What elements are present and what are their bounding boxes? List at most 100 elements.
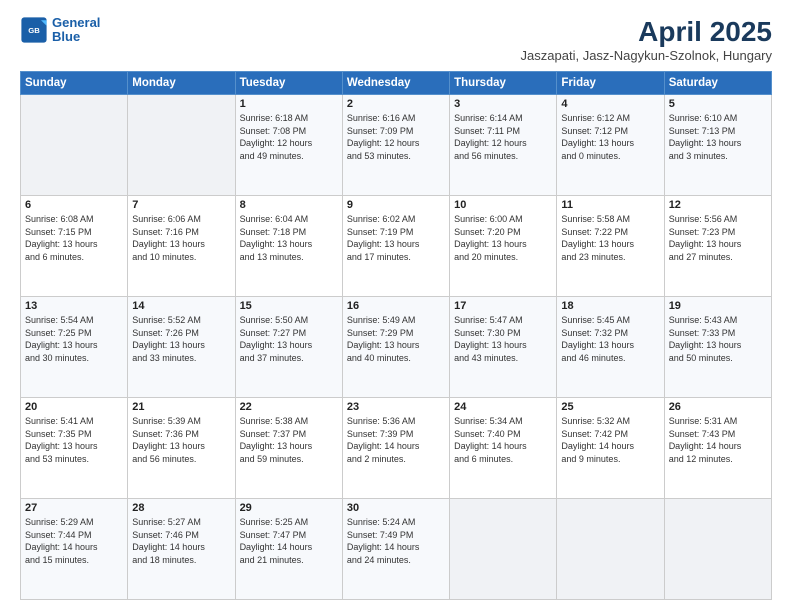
calendar-cell: 8 Sunrise: 6:04 AM Sunset: 7:18 PM Daylig… xyxy=(235,196,342,297)
day-info: Sunrise: 5:56 AM Sunset: 7:23 PM Dayligh… xyxy=(669,213,767,263)
svg-text:GB: GB xyxy=(28,26,40,35)
day-number: 13 xyxy=(25,300,123,312)
day-number: 23 xyxy=(347,401,445,413)
calendar-header-wednesday: Wednesday xyxy=(342,72,449,95)
calendar-cell: 23 Sunrise: 5:36 AM Sunset: 7:39 PM Dayli… xyxy=(342,398,449,499)
day-number: 19 xyxy=(669,300,767,312)
header: GB General Blue April 2025 Jaszapati, Ja… xyxy=(20,16,772,63)
calendar-cell: 30 Sunrise: 5:24 AM Sunset: 7:49 PM Dayli… xyxy=(342,499,449,600)
day-info: Sunrise: 6:18 AM Sunset: 7:08 PM Dayligh… xyxy=(240,112,338,162)
day-info: Sunrise: 5:27 AM Sunset: 7:46 PM Dayligh… xyxy=(132,516,230,566)
day-number: 3 xyxy=(454,98,552,110)
day-number: 20 xyxy=(25,401,123,413)
calendar-cell xyxy=(21,95,128,196)
day-info: Sunrise: 5:54 AM Sunset: 7:25 PM Dayligh… xyxy=(25,314,123,364)
day-number: 21 xyxy=(132,401,230,413)
calendar-header-monday: Monday xyxy=(128,72,235,95)
calendar-cell xyxy=(557,499,664,600)
calendar-cell: 24 Sunrise: 5:34 AM Sunset: 7:40 PM Dayli… xyxy=(450,398,557,499)
calendar-cell: 20 Sunrise: 5:41 AM Sunset: 7:35 PM Dayli… xyxy=(21,398,128,499)
day-number: 28 xyxy=(132,502,230,514)
calendar-header-tuesday: Tuesday xyxy=(235,72,342,95)
title-section: April 2025 Jaszapati, Jasz-Nagykun-Szoln… xyxy=(521,16,772,63)
day-number: 4 xyxy=(561,98,659,110)
calendar-cell xyxy=(128,95,235,196)
day-info: Sunrise: 5:39 AM Sunset: 7:36 PM Dayligh… xyxy=(132,415,230,465)
calendar-header-row: SundayMondayTuesdayWednesdayThursdayFrid… xyxy=(21,72,772,95)
calendar-cell: 28 Sunrise: 5:27 AM Sunset: 7:46 PM Dayli… xyxy=(128,499,235,600)
calendar-cell: 29 Sunrise: 5:25 AM Sunset: 7:47 PM Dayli… xyxy=(235,499,342,600)
calendar-cell: 2 Sunrise: 6:16 AM Sunset: 7:09 PM Daylig… xyxy=(342,95,449,196)
day-number: 10 xyxy=(454,199,552,211)
day-number: 18 xyxy=(561,300,659,312)
day-number: 17 xyxy=(454,300,552,312)
main-title: April 2025 xyxy=(521,16,772,48)
calendar-week-2: 6 Sunrise: 6:08 AM Sunset: 7:15 PM Daylig… xyxy=(21,196,772,297)
calendar-cell: 7 Sunrise: 6:06 AM Sunset: 7:16 PM Daylig… xyxy=(128,196,235,297)
day-info: Sunrise: 5:29 AM Sunset: 7:44 PM Dayligh… xyxy=(25,516,123,566)
calendar-week-1: 1 Sunrise: 6:18 AM Sunset: 7:08 PM Daylig… xyxy=(21,95,772,196)
day-number: 24 xyxy=(454,401,552,413)
calendar-cell: 9 Sunrise: 6:02 AM Sunset: 7:19 PM Daylig… xyxy=(342,196,449,297)
day-info: Sunrise: 6:02 AM Sunset: 7:19 PM Dayligh… xyxy=(347,213,445,263)
day-number: 29 xyxy=(240,502,338,514)
calendar-cell: 15Sunrise: 5:50 AM Sunset: 7:27 PM Dayli… xyxy=(235,297,342,398)
day-info: Sunrise: 5:58 AM Sunset: 7:22 PM Dayligh… xyxy=(561,213,659,263)
day-info: Sunrise: 5:45 AM Sunset: 7:32 PM Dayligh… xyxy=(561,314,659,364)
calendar-header-sunday: Sunday xyxy=(21,72,128,95)
calendar-header-friday: Friday xyxy=(557,72,664,95)
calendar-cell: 1 Sunrise: 6:18 AM Sunset: 7:08 PM Daylig… xyxy=(235,95,342,196)
calendar-cell: 12 Sunrise: 5:56 AM Sunset: 7:23 PM Dayli… xyxy=(664,196,771,297)
calendar-cell: 25Sunrise: 5:32 AM Sunset: 7:42 PM Dayli… xyxy=(557,398,664,499)
calendar-cell: 18 Sunrise: 5:45 AM Sunset: 7:32 PM Dayli… xyxy=(557,297,664,398)
day-number: 30 xyxy=(347,502,445,514)
day-number: 7 xyxy=(132,199,230,211)
calendar-cell: 16 Sunrise: 5:49 AM Sunset: 7:29 PM Dayli… xyxy=(342,297,449,398)
day-info: Sunrise: 5:25 AM Sunset: 7:47 PM Dayligh… xyxy=(240,516,338,566)
day-info: Sunrise: 6:08 AM Sunset: 7:15 PM Dayligh… xyxy=(25,213,123,263)
calendar-cell xyxy=(450,499,557,600)
calendar-cell: 6 Sunrise: 6:08 AM Sunset: 7:15 PM Daylig… xyxy=(21,196,128,297)
calendar-cell: 4 Sunrise: 6:12 AM Sunset: 7:12 PM Daylig… xyxy=(557,95,664,196)
day-info: Sunrise: 5:34 AM Sunset: 7:40 PM Dayligh… xyxy=(454,415,552,465)
day-info: Sunrise: 6:06 AM Sunset: 7:16 PM Dayligh… xyxy=(132,213,230,263)
day-info: Sunrise: 6:00 AM Sunset: 7:20 PM Dayligh… xyxy=(454,213,552,263)
calendar-cell: 13 Sunrise: 5:54 AM Sunset: 7:25 PM Dayli… xyxy=(21,297,128,398)
day-number: 2 xyxy=(347,98,445,110)
day-info: Sunrise: 6:14 AM Sunset: 7:11 PM Dayligh… xyxy=(454,112,552,162)
calendar-cell: 22Sunrise: 5:38 AM Sunset: 7:37 PM Dayli… xyxy=(235,398,342,499)
calendar-cell: 17 Sunrise: 5:47 AM Sunset: 7:30 PM Dayli… xyxy=(450,297,557,398)
day-number: 12 xyxy=(669,199,767,211)
calendar-header-thursday: Thursday xyxy=(450,72,557,95)
day-number: 26 xyxy=(669,401,767,413)
logo-icon: GB xyxy=(20,16,48,44)
day-number: 8 xyxy=(240,199,338,211)
day-info: Sunrise: 6:16 AM Sunset: 7:09 PM Dayligh… xyxy=(347,112,445,162)
day-number: 9 xyxy=(347,199,445,211)
logo: GB General Blue xyxy=(20,16,100,45)
calendar-week-4: 20 Sunrise: 5:41 AM Sunset: 7:35 PM Dayli… xyxy=(21,398,772,499)
day-info: Sunrise: 5:32 AM Sunset: 7:42 PM Dayligh… xyxy=(561,415,659,465)
day-number: 6 xyxy=(25,199,123,211)
day-info: Sunrise: 6:04 AM Sunset: 7:18 PM Dayligh… xyxy=(240,213,338,263)
day-number: 27 xyxy=(25,502,123,514)
calendar-cell: 21 Sunrise: 5:39 AM Sunset: 7:36 PM Dayli… xyxy=(128,398,235,499)
day-info: Sunrise: 5:49 AM Sunset: 7:29 PM Dayligh… xyxy=(347,314,445,364)
day-info: Sunrise: 6:12 AM Sunset: 7:12 PM Dayligh… xyxy=(561,112,659,162)
calendar-table: SundayMondayTuesdayWednesdayThursdayFrid… xyxy=(20,71,772,600)
day-info: Sunrise: 5:31 AM Sunset: 7:43 PM Dayligh… xyxy=(669,415,767,465)
day-number: 11 xyxy=(561,199,659,211)
day-info: Sunrise: 5:36 AM Sunset: 7:39 PM Dayligh… xyxy=(347,415,445,465)
day-info: Sunrise: 5:47 AM Sunset: 7:30 PM Dayligh… xyxy=(454,314,552,364)
day-info: Sunrise: 5:43 AM Sunset: 7:33 PM Dayligh… xyxy=(669,314,767,364)
calendar-cell: 14Sunrise: 5:52 AM Sunset: 7:26 PM Dayli… xyxy=(128,297,235,398)
day-info: Sunrise: 5:41 AM Sunset: 7:35 PM Dayligh… xyxy=(25,415,123,465)
day-number: 1 xyxy=(240,98,338,110)
day-number: 16 xyxy=(347,300,445,312)
day-info: Sunrise: 5:24 AM Sunset: 7:49 PM Dayligh… xyxy=(347,516,445,566)
logo-text: General Blue xyxy=(52,16,100,45)
calendar-cell: 3 Sunrise: 6:14 AM Sunset: 7:11 PM Daylig… xyxy=(450,95,557,196)
day-number: 15 xyxy=(240,300,338,312)
calendar-cell: 19 Sunrise: 5:43 AM Sunset: 7:33 PM Dayli… xyxy=(664,297,771,398)
calendar-week-5: 27 Sunrise: 5:29 AM Sunset: 7:44 PM Dayli… xyxy=(21,499,772,600)
